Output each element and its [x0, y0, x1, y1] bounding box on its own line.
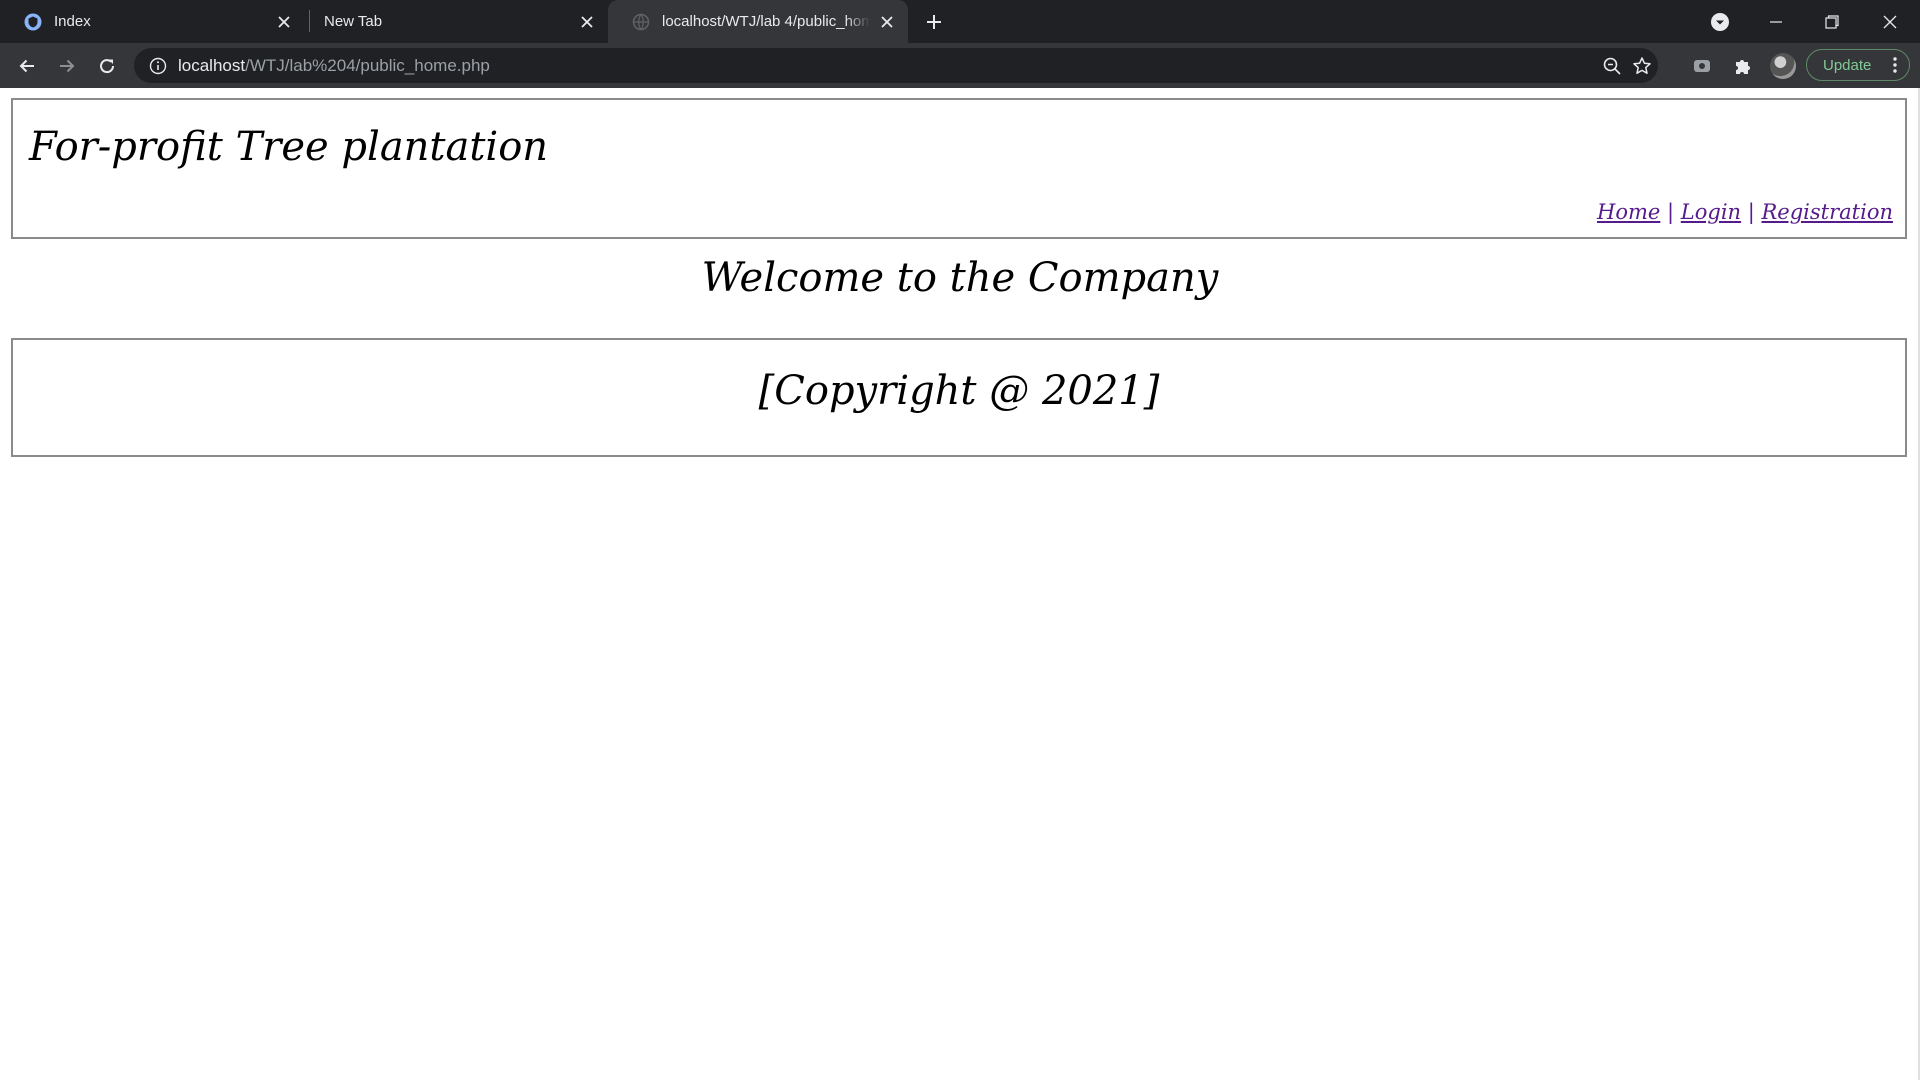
site-info-icon[interactable] [148, 56, 168, 76]
tab-strip: Index New Tab localhost/WTJ/lab 4/public… [0, 0, 1920, 43]
site-title: For-profit Tree plantation [29, 124, 549, 170]
nav-separator: | [1741, 200, 1762, 224]
tab-close-icon[interactable] [275, 13, 293, 31]
bookmark-star-icon[interactable] [1630, 54, 1654, 78]
tab-label: localhost/WTJ/lab 4/public_home [662, 13, 870, 30]
url-host: localhost [178, 56, 246, 75]
tab-close-icon[interactable] [878, 13, 896, 31]
nav-login-link[interactable]: Login [1681, 200, 1741, 224]
extensions-puzzle-icon[interactable] [1727, 50, 1759, 82]
copyright-text: [Copyright @ 2021] [758, 368, 1160, 414]
back-arrow-icon[interactable] [11, 50, 43, 82]
forward-arrow-icon[interactable] [51, 50, 83, 82]
tab-search-icon[interactable] [1692, 0, 1748, 43]
welcome-heading: Welcome to the Company [701, 255, 1219, 301]
globe-favicon-icon [632, 13, 650, 30]
tab-new-tab[interactable]: New Tab [310, 0, 608, 43]
update-label: Update [1823, 56, 1872, 74]
url-text[interactable]: localhost/WTJ/lab%204/public_home.php [178, 48, 490, 83]
tab-label: New Tab [324, 13, 383, 30]
update-button[interactable]: Update [1806, 49, 1910, 81]
minimize-icon[interactable] [1748, 0, 1804, 43]
new-tab-plus-icon[interactable] [920, 8, 948, 36]
page-viewport: For-profit Tree plantation Home | Login … [0, 88, 1920, 1080]
more-menu-icon [1893, 57, 1897, 73]
site-footer: [Copyright @ 2021] [11, 338, 1907, 457]
tab-index[interactable]: Index [0, 0, 305, 43]
nav-registration-link[interactable]: Registration [1762, 200, 1894, 224]
nav-home-link[interactable]: Home [1597, 200, 1660, 224]
restore-icon[interactable] [1804, 0, 1860, 43]
zoom-icon[interactable] [1600, 54, 1624, 78]
tab-public-home[interactable]: localhost/WTJ/lab 4/public_home [608, 0, 908, 43]
close-window-icon[interactable] [1862, 0, 1918, 43]
address-bar[interactable]: localhost/WTJ/lab%204/public_home.php [134, 48, 1658, 83]
url-path: /WTJ/lab%204/public_home.php [245, 56, 490, 75]
tab-label: Index [54, 13, 91, 30]
reload-icon[interactable] [91, 50, 123, 82]
nav-links: Home | Login | Registration [1597, 200, 1893, 224]
site-header: For-profit Tree plantation Home | Login … [11, 98, 1907, 239]
profile-avatar[interactable] [1770, 53, 1796, 79]
nav-separator: | [1660, 200, 1681, 224]
shield-favicon-icon [24, 13, 42, 30]
tab-close-icon[interactable] [578, 13, 596, 31]
browser-toolbar: localhost/WTJ/lab%204/public_home.php Up… [0, 43, 1920, 88]
extension-icon[interactable] [1686, 50, 1718, 82]
